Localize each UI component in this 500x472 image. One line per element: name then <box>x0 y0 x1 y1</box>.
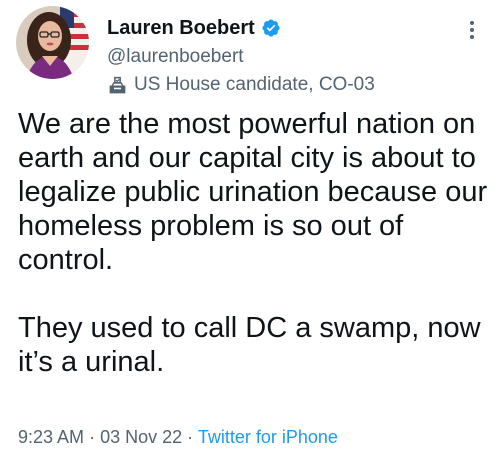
tweet-text: We are the most powerful nation on earth… <box>18 107 488 379</box>
tweet-source-link[interactable]: Twitter for iPhone <box>198 427 338 447</box>
tweet-date[interactable]: 03 Nov 22 <box>100 427 182 447</box>
tweet-card: Lauren Boebert @laurenboebert US House c… <box>0 0 500 472</box>
tweet-metadata: 9:23 AM · 03 Nov 22 · Twitter for iPhone <box>18 427 338 448</box>
avatar[interactable] <box>16 6 89 79</box>
meta-separator: · <box>89 427 96 447</box>
more-dot-icon <box>470 21 474 25</box>
more-options-button[interactable] <box>462 16 482 44</box>
verified-badge-icon <box>261 18 281 38</box>
meta-separator: · <box>187 427 194 447</box>
author-label: US House candidate, CO-03 <box>107 74 375 96</box>
author-label-text: US House candidate, CO-03 <box>134 74 375 95</box>
author-handle[interactable]: @laurenboebert <box>107 46 244 68</box>
more-dot-icon <box>470 35 474 39</box>
tweet-time[interactable]: 9:23 AM <box>18 427 84 447</box>
ballot-box-icon <box>107 75 128 96</box>
author-display-name[interactable]: Lauren Boebert <box>107 17 255 40</box>
author-name-row[interactable]: Lauren Boebert <box>107 14 281 42</box>
profile-photo <box>16 6 89 79</box>
more-dot-icon <box>470 28 474 32</box>
tweet-paragraph-1: We are the most powerful nation on earth… <box>18 108 488 276</box>
tweet-paragraph-2: They used to call DC a swamp, now it’s a… <box>18 312 481 378</box>
